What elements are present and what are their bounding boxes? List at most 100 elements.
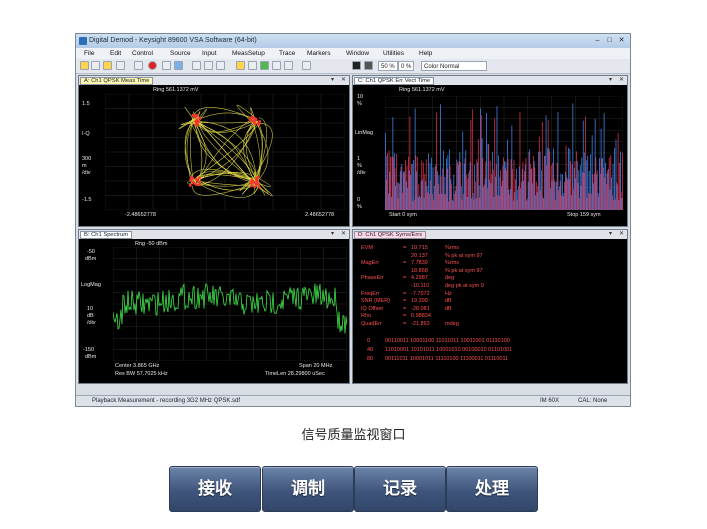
error-bar-red bbox=[393, 157, 394, 210]
panel-a-header: A: Ch1 QPSK Meas Time ▾ ✕ bbox=[79, 76, 349, 85]
calibrate-icon[interactable] bbox=[174, 61, 183, 70]
modulate-button[interactable]: 调制 bbox=[262, 466, 354, 512]
restart-icon[interactable] bbox=[103, 61, 112, 70]
menu-trace[interactable]: Trace bbox=[279, 48, 295, 59]
marker-icon[interactable] bbox=[236, 61, 245, 70]
symbol-point bbox=[257, 185, 261, 189]
panel-c-close-icon[interactable]: ✕ bbox=[619, 76, 624, 85]
trajectory-trace bbox=[190, 122, 194, 181]
panel-c-y-top: 10 bbox=[357, 94, 364, 100]
panel-d-header: D: Ch1 QPSK Syms/Errs ▾ ✕ bbox=[353, 230, 627, 239]
maximize-icon[interactable]: □ bbox=[604, 36, 615, 45]
menu-file[interactable]: File bbox=[84, 48, 94, 59]
zoom-value[interactable]: 50 % bbox=[378, 61, 398, 71]
panel-a-menu-icon[interactable]: ▾ bbox=[331, 76, 334, 85]
error-bar-red bbox=[619, 162, 621, 210]
panel-a-y-bottom: -1.5 bbox=[82, 197, 92, 203]
autoscale-icon[interactable] bbox=[302, 61, 311, 70]
panel-d-menu-icon[interactable]: ▾ bbox=[609, 230, 612, 239]
error-bar-red bbox=[495, 163, 497, 210]
symbol-point bbox=[255, 179, 259, 183]
percent-value[interactable]: 0 % bbox=[398, 61, 415, 71]
error-bar-red bbox=[584, 116, 586, 210]
error-bar-red bbox=[455, 185, 457, 210]
summary-unit: % pk at sym 97 bbox=[445, 252, 483, 259]
menu-markers[interactable]: Markers bbox=[307, 48, 330, 59]
symbol-point bbox=[250, 184, 254, 188]
menu-control[interactable]: Control bbox=[132, 48, 153, 59]
tab-panel-a[interactable]: A: Ch1 QPSK Meas Time bbox=[80, 77, 154, 85]
error-bar-red bbox=[427, 192, 429, 210]
error-bar-red bbox=[617, 132, 619, 210]
summary-name: FreqErr bbox=[361, 290, 380, 297]
panel-c-y-label: LinMag bbox=[355, 130, 374, 136]
summary-value: -21.893 bbox=[411, 321, 430, 327]
peak-icon[interactable] bbox=[248, 61, 257, 70]
step-icon[interactable] bbox=[116, 61, 125, 70]
error-bar-red bbox=[531, 168, 533, 210]
tab-panel-d[interactable]: D: Ch1 QPSK Syms/Errs bbox=[354, 231, 427, 239]
menu-source[interactable]: Source bbox=[170, 48, 191, 59]
error-bar-red bbox=[549, 151, 551, 210]
panel-c-y-bottom-unit: % bbox=[357, 204, 362, 210]
grid-icon[interactable] bbox=[204, 61, 213, 70]
error-bar-red bbox=[503, 157, 504, 210]
panel-b-spectrum: B: Ch1 Spectrum ▾ ✕ Rng -50 dBm -50 dBm … bbox=[78, 229, 350, 384]
record-icon[interactable] bbox=[148, 61, 157, 70]
record-button[interactable]: 记录 bbox=[354, 466, 446, 512]
panel-c-menu-icon[interactable]: ▾ bbox=[609, 76, 612, 85]
tab-panel-c[interactable]: C: Ch1 QPSK Err Vect Time bbox=[354, 77, 435, 85]
panel-c-y-top-unit: % bbox=[357, 101, 362, 107]
symbol-bits: 11010001 10101011 10001010 00100010 0110… bbox=[385, 347, 513, 353]
symbol-bits: 00110011 10001100 11011011 10011001 0111… bbox=[385, 338, 510, 344]
error-bar-red bbox=[570, 161, 571, 210]
close-icon[interactable]: ✕ bbox=[616, 36, 627, 45]
error-bar-red bbox=[599, 173, 601, 210]
marker-down-icon[interactable] bbox=[260, 61, 269, 70]
error-bar-red bbox=[457, 162, 458, 210]
display-dark-icon[interactable] bbox=[352, 61, 361, 70]
single-icon[interactable] bbox=[134, 61, 143, 70]
menu-window[interactable]: Window bbox=[346, 48, 369, 59]
panel-a-close-icon[interactable]: ✕ bbox=[341, 76, 346, 85]
settings-icon[interactable] bbox=[162, 61, 171, 70]
panel-b-close-icon[interactable]: ✕ bbox=[341, 230, 346, 239]
error-bar-red bbox=[529, 164, 531, 210]
display-gray-icon[interactable] bbox=[364, 61, 373, 70]
error-bar-red bbox=[471, 109, 473, 210]
trace-icon[interactable] bbox=[216, 61, 225, 70]
panel-a-y-top: 1.5 bbox=[82, 101, 90, 107]
process-button[interactable]: 处理 bbox=[446, 466, 538, 512]
error-bar-red bbox=[593, 173, 595, 210]
error-bar-red bbox=[501, 180, 503, 210]
menu-edit[interactable]: Edit bbox=[110, 48, 121, 59]
spectrum-plot bbox=[113, 247, 347, 361]
panel-a-y-div: 300 bbox=[82, 156, 92, 162]
error-bar-red bbox=[400, 166, 402, 210]
summary-equals: = bbox=[403, 245, 407, 251]
pause-icon[interactable] bbox=[91, 61, 100, 70]
play-icon[interactable] bbox=[80, 61, 89, 70]
summary-value: 7.7839 bbox=[411, 260, 428, 267]
layout-icon[interactable] bbox=[192, 61, 201, 70]
panel-c-x-stop: Stop 159 sym bbox=[567, 212, 601, 218]
panel-d-close-icon[interactable]: ✕ bbox=[619, 230, 624, 239]
panel-b-menu-icon[interactable]: ▾ bbox=[331, 230, 334, 239]
menu-meassetup[interactable]: MeasSetup bbox=[232, 48, 265, 59]
error-bar-red bbox=[491, 173, 493, 210]
error-bar-red bbox=[608, 157, 610, 210]
marker-m-icon[interactable] bbox=[284, 61, 293, 70]
minimize-icon[interactable]: – bbox=[592, 36, 603, 45]
panel-a-x-left: -2.48652778 bbox=[125, 212, 156, 218]
menu-input[interactable]: Input bbox=[202, 48, 216, 59]
symbol-bits: 00111011 10001011 11110100 11100011 0111… bbox=[385, 356, 509, 362]
menu-utilities[interactable]: Utilities bbox=[383, 48, 404, 59]
color-mode-select[interactable]: Color Normal bbox=[421, 61, 487, 71]
marker-table-icon[interactable] bbox=[272, 61, 281, 70]
receive-button[interactable]: 接收 bbox=[169, 466, 261, 512]
error-bar-red bbox=[476, 159, 478, 210]
tab-panel-b[interactable]: B: Ch1 Spectrum bbox=[80, 231, 133, 239]
panel-c-header: C: Ch1 QPSK Err Vect Time ▾ ✕ bbox=[353, 76, 627, 85]
error-bar-red bbox=[582, 171, 583, 210]
menu-help[interactable]: Help bbox=[419, 48, 432, 59]
